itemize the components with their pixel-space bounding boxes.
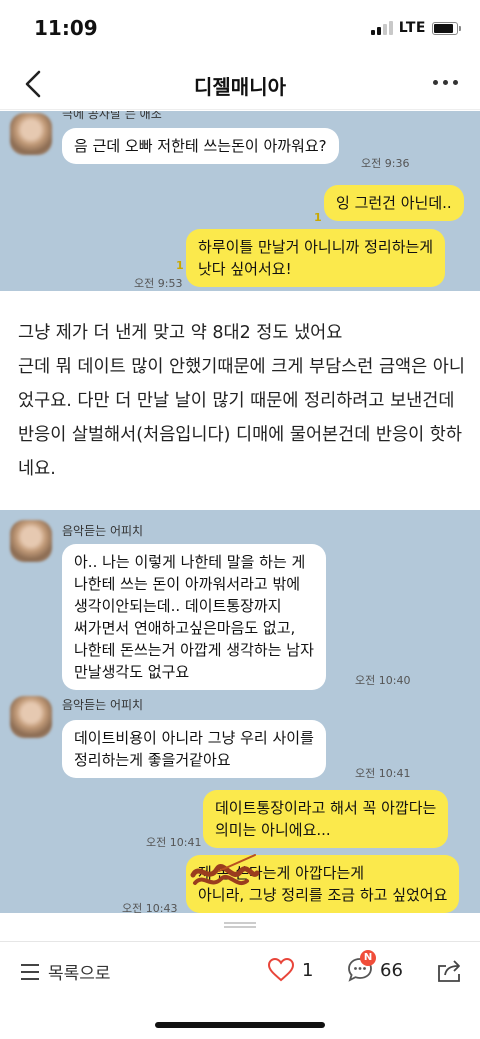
- page-title: 디젤매니아: [194, 75, 286, 99]
- status-time: 11:09: [34, 16, 98, 40]
- message-time: 오전 10:43: [122, 902, 178, 913]
- back-to-list-label: 목록으로: [48, 964, 111, 984]
- share-button[interactable]: [436, 958, 462, 988]
- comments-button[interactable]: N 66: [346, 950, 403, 984]
- avatar: [10, 113, 52, 155]
- dot-icon: [453, 80, 458, 85]
- battery-icon: [432, 21, 461, 35]
- signal-icon: [370, 21, 393, 35]
- chat-message-own: 데이트통장이라고 해서 꼭 아깝다는 의미는 아니에요...: [203, 790, 449, 848]
- network-type: LTE: [398, 20, 426, 36]
- message-time: 오전 10:40: [355, 674, 411, 687]
- chat-message: 음 근데 오빠 저한테 쓰는돈이 아까워요?: [62, 128, 339, 164]
- chat-sender-name: 음악듣는 어피치: [62, 524, 144, 538]
- chat-message: 아.. 나는 이렇게 나한테 말을 하는 게 나한테 쓰는 돈이 아까워서라고 …: [62, 544, 326, 690]
- chat-screenshot-1: 극에 공사달 는 애조 음 근데 오빠 저한테 쓰는돈이 아까워요? 오전 9:…: [0, 111, 480, 291]
- drag-handle[interactable]: [224, 922, 256, 928]
- dot-icon: [443, 80, 448, 85]
- avatar: [10, 696, 52, 738]
- unread-count: 1: [314, 211, 322, 224]
- more-options-button[interactable]: [433, 80, 458, 85]
- chat-sender-name: 음악듣는 어피치: [62, 698, 144, 712]
- share-icon: [438, 960, 460, 982]
- chat-sender-name: 극에 공사달 는 애조: [62, 111, 162, 121]
- redaction-scribble: [190, 854, 260, 885]
- bottom-toolbar: 목록으로 1 N 66: [0, 941, 480, 1001]
- chat-message: 데이트비용이 아니라 그냥 우리 사이를 정리하는게 좋을거같아요: [62, 720, 326, 778]
- status-indicators: LTE: [370, 20, 461, 36]
- avatar: [10, 520, 52, 562]
- status-bar: 11:09 LTE: [0, 0, 480, 58]
- chat-message-own: 하루이틀 만날거 아니니까 정리하는게 낫다 싶어서요!: [186, 229, 446, 287]
- heart-icon: [268, 958, 294, 982]
- post-body: 그냥 제가 더 낸게 맞고 약 8대2 정도 냈어요 근데 뭐 데이트 많이 안…: [18, 323, 466, 479]
- dot-icon: [433, 80, 438, 85]
- back-to-list-button[interactable]: 목록으로: [20, 959, 111, 984]
- list-icon: [21, 963, 39, 980]
- comment-count: 66: [380, 959, 403, 981]
- like-button[interactable]: 1: [268, 958, 313, 982]
- message-time: 오전 10:41: [355, 767, 411, 780]
- message-time: 오전 9:53: [134, 277, 183, 290]
- unread-count: 1: [176, 259, 184, 272]
- chat-message-own: 잉 그런건 아닌데..: [324, 185, 464, 221]
- message-time: 오전 9:36: [361, 157, 410, 170]
- nav-bar: 디젤매니아: [0, 58, 480, 110]
- message-time: 오전 10:41: [146, 836, 202, 849]
- like-count: 1: [302, 959, 314, 981]
- new-badge: N: [360, 950, 376, 966]
- home-indicator[interactable]: [155, 1022, 325, 1028]
